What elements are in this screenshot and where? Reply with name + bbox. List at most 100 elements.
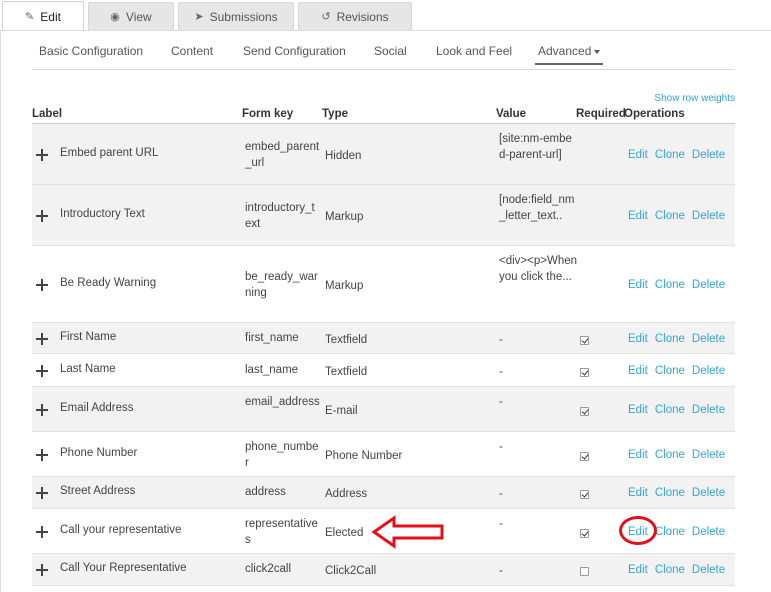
clone-link[interactable]: Clone (655, 526, 685, 538)
row-operations: Edit Clone Delete (628, 402, 732, 418)
row-form-key: email_address (245, 395, 320, 408)
row-operations: Edit Clone Delete (628, 147, 732, 163)
table-row: Phone Number phone_number Phone Number - Edi… (32, 432, 735, 477)
subnav-content[interactable]: Content (171, 44, 213, 58)
table-row: Embed parent URL embed_parent_url Hidden [s… (32, 124, 735, 185)
header-label: Label (32, 108, 63, 120)
clone-link[interactable]: Clone (655, 149, 685, 161)
row-label: Call Your Representative (60, 562, 187, 574)
row-label: First Name (60, 330, 117, 343)
required-checkbox[interactable] (580, 335, 589, 345)
clone-link[interactable]: Clone (655, 210, 685, 222)
show-row-weights-link[interactable]: Show row weights (654, 93, 735, 104)
edit-link[interactable]: Edit (628, 365, 648, 377)
header-form-key: Form key (242, 108, 294, 120)
delete-link[interactable]: Delete (692, 404, 725, 416)
subnav-social[interactable]: Social (374, 44, 407, 58)
edit-link[interactable]: Edit (628, 279, 648, 291)
subnav-advanced-label: Advanced (538, 44, 592, 58)
drag-handle-icon[interactable] (36, 332, 48, 345)
send-icon: ➤ (194, 11, 204, 23)
clone-link[interactable]: Clone (655, 333, 685, 345)
row-label: Phone Number (60, 446, 138, 459)
drag-handle-icon[interactable] (36, 525, 48, 538)
tab-revisions[interactable]: ↺ Revisions (298, 2, 412, 30)
tab-edit[interactable]: ✎ Edit (2, 1, 84, 31)
clone-link[interactable]: Clone (655, 449, 685, 461)
row-type: Phone Number (325, 449, 403, 462)
table-row: Last Name last_name Textfield - Edit Clone Del… (32, 354, 735, 387)
required-checkbox[interactable] (580, 528, 589, 538)
row-operations: Edit Clone Delete (628, 363, 732, 379)
required-checkbox[interactable] (580, 451, 589, 461)
row-form-key: first_name (245, 331, 299, 344)
clone-link[interactable]: Clone (655, 279, 685, 291)
header-type: Type (322, 108, 348, 120)
required-checkbox[interactable] (580, 406, 589, 416)
drag-handle-icon[interactable] (36, 448, 48, 461)
top-tabs: ✎ Edit ◉ View ➤ Submissions ↺ Revisions (0, 0, 771, 31)
pencil-icon: ✎ (25, 11, 35, 23)
row-form-key: phone_number (245, 440, 319, 469)
header-value: Value (496, 108, 527, 120)
row-label: Call your representative (60, 523, 182, 536)
delete-link[interactable]: Delete (692, 149, 725, 161)
clone-link[interactable]: Clone (655, 365, 685, 377)
row-value: - (499, 565, 503, 577)
edit-link[interactable]: Edit (628, 333, 648, 345)
subnav-send-configuration[interactable]: Send Configuration (243, 44, 346, 58)
row-label: Embed parent URL (60, 146, 159, 159)
edit-link[interactable]: Edit (628, 149, 648, 161)
drag-handle-icon[interactable] (36, 564, 48, 576)
table-row: First Name first_name Textfield - Edit Clone D… (32, 323, 735, 354)
subnav-basic-configuration[interactable]: Basic Configuration (39, 44, 143, 58)
edit-link[interactable]: Edit (628, 449, 648, 461)
subnav-look-and-feel[interactable]: Look and Feel (436, 44, 512, 58)
required-checkbox[interactable] (580, 367, 589, 377)
edit-link[interactable]: Edit (628, 404, 648, 416)
required-checkbox[interactable] (580, 567, 589, 576)
delete-link[interactable]: Delete (692, 487, 725, 499)
tab-label: View (125, 9, 152, 24)
edit-link[interactable]: Edit (628, 487, 648, 499)
row-value: <div><p>When you click the... (499, 254, 578, 283)
tab-view[interactable]: ◉ View (88, 2, 174, 30)
drag-handle-icon[interactable] (36, 148, 48, 161)
revisions-icon: ↺ (321, 11, 331, 23)
delete-link[interactable]: Delete (692, 449, 725, 461)
row-value: - (499, 517, 503, 530)
eye-icon: ◉ (110, 11, 120, 23)
row-value: [site:nm-embed-parent-url] (499, 132, 572, 161)
drag-handle-icon[interactable] (36, 209, 48, 222)
delete-link[interactable]: Delete (692, 526, 725, 538)
subnav-advanced[interactable]: Advanced (535, 44, 604, 65)
row-type: Elected (325, 526, 364, 539)
row-value: - (499, 488, 503, 500)
delete-link[interactable]: Delete (692, 279, 725, 291)
row-operations: Edit Clone Delete (628, 208, 732, 224)
tab-submissions[interactable]: ➤ Submissions (178, 2, 294, 30)
table-row: Be Ready Warning be_ready_warning Markup <d… (32, 246, 735, 323)
required-checkbox[interactable] (580, 490, 589, 499)
drag-handle-icon[interactable] (36, 278, 48, 291)
row-type: Click2Call (325, 565, 377, 577)
edit-link[interactable]: Edit (628, 210, 648, 222)
row-form-key: embed_parent_url (245, 140, 320, 169)
row-label: Street Address (60, 485, 136, 497)
edit-link[interactable]: Edit (628, 564, 648, 576)
clone-link[interactable]: Clone (655, 404, 685, 416)
row-type: Hidden (325, 149, 362, 162)
drag-handle-icon[interactable] (36, 364, 48, 377)
clone-link[interactable]: Clone (655, 487, 685, 499)
row-type: Address (325, 488, 368, 500)
delete-link[interactable]: Delete (692, 365, 725, 377)
table-row: Email Address email_address E-mail - Edit Clo… (32, 387, 735, 432)
clone-link[interactable]: Clone (655, 564, 685, 576)
table-row: Street Address address Address - Edit Clone De… (32, 477, 735, 509)
delete-link[interactable]: Delete (692, 333, 725, 345)
drag-handle-icon[interactable] (36, 487, 48, 499)
delete-link[interactable]: Delete (692, 210, 725, 222)
delete-link[interactable]: Delete (692, 564, 725, 576)
row-type: Markup (325, 210, 364, 223)
drag-handle-icon[interactable] (36, 403, 48, 416)
